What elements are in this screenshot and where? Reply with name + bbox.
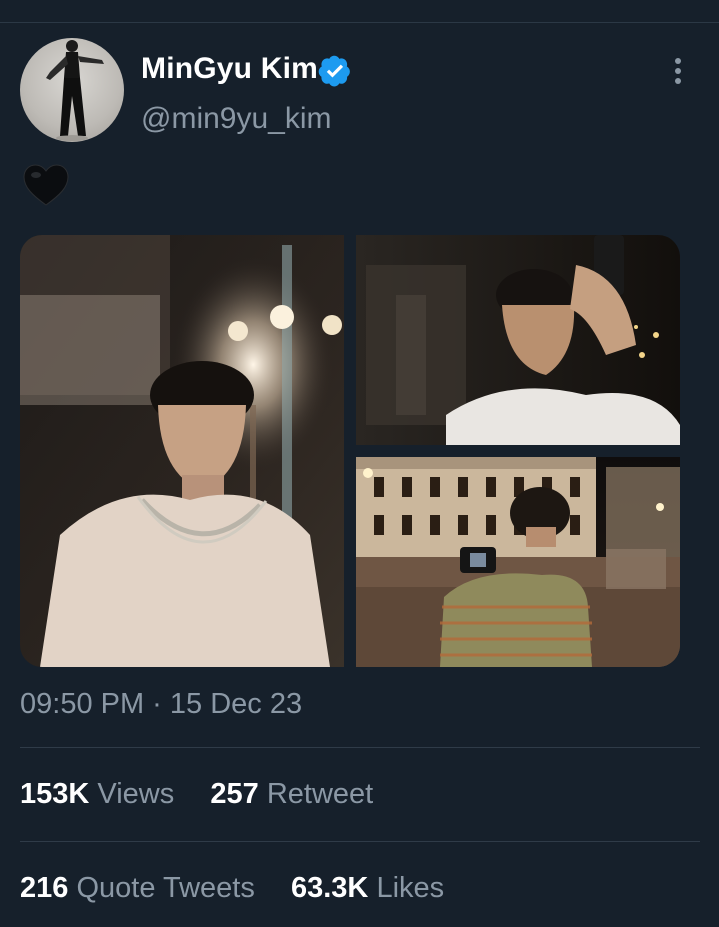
retweet-count: 257 — [210, 778, 259, 810]
verified-badge-icon — [318, 55, 350, 87]
quote-label: Quote Tweets — [76, 872, 255, 904]
views-stat[interactable]: 153K Views — [20, 778, 182, 810]
quote-tweets-stat[interactable]: 216 Quote Tweets — [20, 872, 263, 904]
avatar[interactable] — [20, 38, 124, 142]
stats-divider-top — [20, 747, 700, 748]
media-photo-1[interactable] — [20, 235, 344, 667]
likes-label: Likes — [376, 872, 445, 904]
top-divider — [0, 22, 719, 23]
tweet-timestamp[interactable]: 09:50 PM · 15 Dec 23 — [20, 688, 302, 721]
tweet-header: MinGyu Kim @min9yu_kim — [20, 38, 700, 148]
quote-count: 216 — [20, 872, 69, 904]
more-vertical-icon[interactable] — [668, 58, 688, 88]
media-photo-2[interactable] — [356, 235, 680, 445]
views-count: 153K — [20, 778, 90, 810]
likes-stat[interactable]: 63.3K Likes — [291, 872, 444, 904]
stats-row-2: 216 Quote Tweets 63.3K Likes — [20, 872, 444, 905]
media-photo-3[interactable] — [356, 457, 680, 667]
black-heart-icon — [23, 164, 69, 206]
media-grid — [20, 235, 680, 667]
display-name[interactable]: MinGyu Kim — [141, 52, 318, 86]
likes-count: 63.3K — [290, 872, 369, 904]
stats-row-1: 153K Views 257 Retweet — [20, 778, 373, 811]
avatar-figure — [46, 40, 104, 141]
views-label: Views — [97, 778, 175, 810]
retweet-stat[interactable]: 257 Retweet — [210, 778, 373, 810]
stats-divider-middle — [20, 841, 700, 842]
retweet-label: Retweet — [266, 778, 374, 810]
user-handle[interactable]: @min9yu_kim — [141, 102, 332, 136]
